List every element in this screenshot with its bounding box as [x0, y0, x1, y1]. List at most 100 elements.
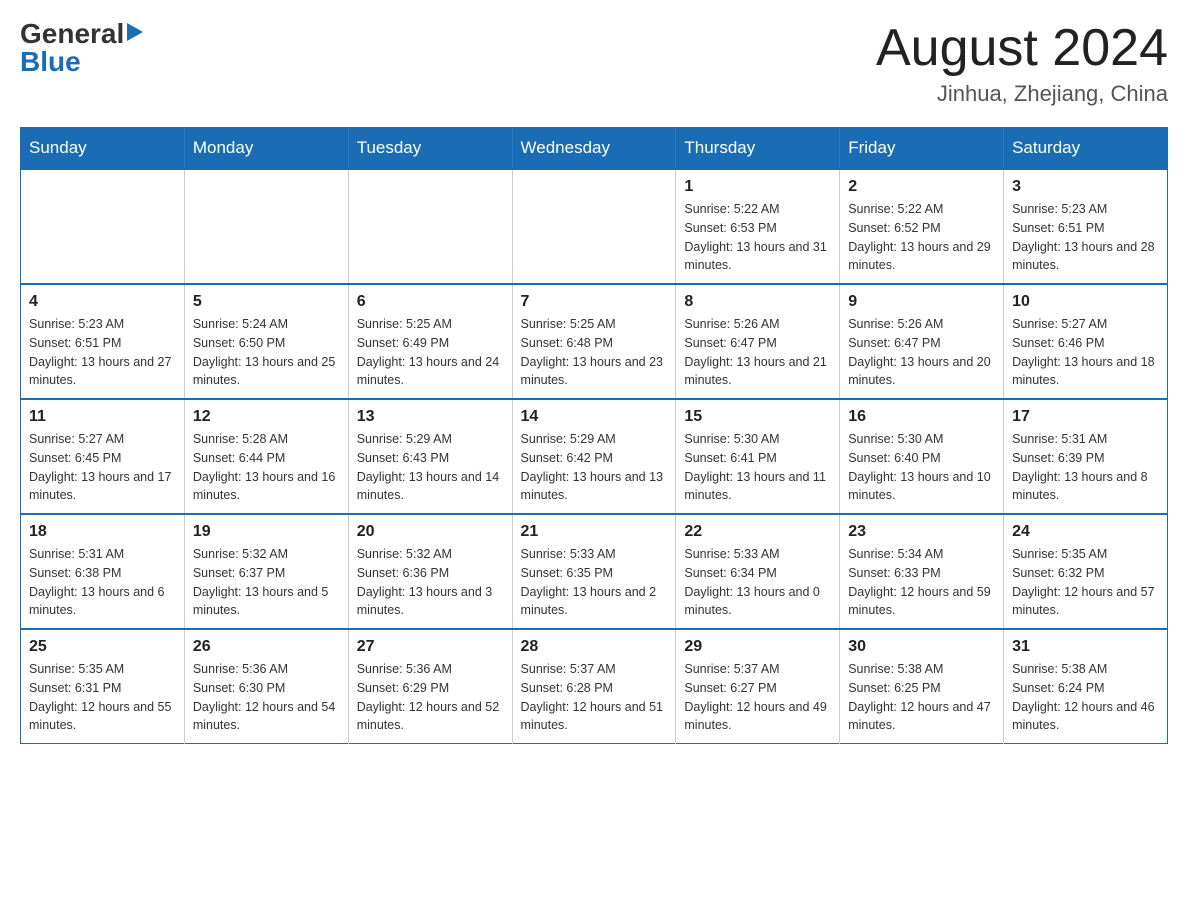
day-info: Sunrise: 5:36 AM Sunset: 6:29 PM Dayligh…	[357, 660, 504, 735]
day-number: 18	[29, 523, 176, 541]
day-number: 30	[848, 638, 995, 656]
calendar-cell: 22 Sunrise: 5:33 AM Sunset: 6:34 PM Dayli…	[676, 514, 840, 629]
day-number: 31	[1012, 638, 1159, 656]
day-info: Sunrise: 5:28 AM Sunset: 6:44 PM Dayligh…	[193, 430, 340, 505]
day-number: 21	[521, 523, 668, 541]
calendar-cell: 18 Sunrise: 5:31 AM Sunset: 6:38 PM Dayli…	[21, 514, 185, 629]
day-info: Sunrise: 5:29 AM Sunset: 6:43 PM Dayligh…	[357, 430, 504, 505]
day-info: Sunrise: 5:27 AM Sunset: 6:46 PM Dayligh…	[1012, 315, 1159, 390]
day-info: Sunrise: 5:31 AM Sunset: 6:38 PM Dayligh…	[29, 545, 176, 620]
calendar-cell: 12Sunrise: 5:28 AM Sunset: 6:44 PM Dayli…	[184, 399, 348, 514]
calendar-cell: 1 Sunrise: 5:22 AM Sunset: 6:53 PM Daylig…	[676, 169, 840, 284]
header-sunday: Sunday	[21, 128, 185, 170]
header-wednesday: Wednesday	[512, 128, 676, 170]
logo-general-text: General	[20, 20, 124, 48]
day-number: 7	[521, 293, 668, 311]
calendar-cell: 20 Sunrise: 5:32 AM Sunset: 6:36 PM Dayli…	[348, 514, 512, 629]
day-info: Sunrise: 5:25 AM Sunset: 6:49 PM Dayligh…	[357, 315, 504, 390]
calendar-cell: 27 Sunrise: 5:36 AM Sunset: 6:29 PM Dayli…	[348, 629, 512, 744]
calendar-cell: 28 Sunrise: 5:37 AM Sunset: 6:28 PM Dayli…	[512, 629, 676, 744]
logo-blue-text: Blue	[20, 48, 81, 76]
title-block: August 2024 Jinhua, Zhejiang, China	[876, 20, 1168, 107]
calendar-cell: 11Sunrise: 5:27 AM Sunset: 6:45 PM Dayli…	[21, 399, 185, 514]
header-monday: Monday	[184, 128, 348, 170]
day-info: Sunrise: 5:36 AM Sunset: 6:30 PM Dayligh…	[193, 660, 340, 735]
calendar-cell: 23Sunrise: 5:34 AM Sunset: 6:33 PM Dayli…	[840, 514, 1004, 629]
calendar-week-row: 18 Sunrise: 5:31 AM Sunset: 6:38 PM Dayli…	[21, 514, 1168, 629]
calendar-cell: 7 Sunrise: 5:25 AM Sunset: 6:48 PM Daylig…	[512, 284, 676, 399]
calendar-cell: 14Sunrise: 5:29 AM Sunset: 6:42 PM Dayli…	[512, 399, 676, 514]
calendar-cell: 26 Sunrise: 5:36 AM Sunset: 6:30 PM Dayli…	[184, 629, 348, 744]
day-number: 22	[684, 523, 831, 541]
logo: General Blue	[20, 20, 143, 76]
day-number: 16	[848, 408, 995, 426]
calendar-week-row: 1 Sunrise: 5:22 AM Sunset: 6:53 PM Daylig…	[21, 169, 1168, 284]
day-number: 1	[684, 178, 831, 196]
day-info: Sunrise: 5:24 AM Sunset: 6:50 PM Dayligh…	[193, 315, 340, 390]
day-info: Sunrise: 5:37 AM Sunset: 6:28 PM Dayligh…	[521, 660, 668, 735]
calendar-cell: 2Sunrise: 5:22 AM Sunset: 6:52 PM Daylig…	[840, 169, 1004, 284]
calendar-cell: 25Sunrise: 5:35 AM Sunset: 6:31 PM Dayli…	[21, 629, 185, 744]
day-info: Sunrise: 5:27 AM Sunset: 6:45 PM Dayligh…	[29, 430, 176, 505]
header-friday: Friday	[840, 128, 1004, 170]
day-number: 28	[521, 638, 668, 656]
day-info: Sunrise: 5:33 AM Sunset: 6:35 PM Dayligh…	[521, 545, 668, 620]
day-info: Sunrise: 5:30 AM Sunset: 6:40 PM Dayligh…	[848, 430, 995, 505]
day-info: Sunrise: 5:38 AM Sunset: 6:25 PM Dayligh…	[848, 660, 995, 735]
calendar-cell: 24 Sunrise: 5:35 AM Sunset: 6:32 PM Dayli…	[1004, 514, 1168, 629]
day-info: Sunrise: 5:25 AM Sunset: 6:48 PM Dayligh…	[521, 315, 668, 390]
day-number: 9	[848, 293, 995, 311]
day-number: 19	[193, 523, 340, 541]
day-info: Sunrise: 5:37 AM Sunset: 6:27 PM Dayligh…	[684, 660, 831, 735]
day-info: Sunrise: 5:31 AM Sunset: 6:39 PM Dayligh…	[1012, 430, 1159, 505]
calendar-cell: 16 Sunrise: 5:30 AM Sunset: 6:40 PM Dayli…	[840, 399, 1004, 514]
day-info: Sunrise: 5:22 AM Sunset: 6:52 PM Dayligh…	[848, 200, 995, 275]
day-number: 26	[193, 638, 340, 656]
header-saturday: Saturday	[1004, 128, 1168, 170]
calendar-cell: 30 Sunrise: 5:38 AM Sunset: 6:25 PM Dayli…	[840, 629, 1004, 744]
day-info: Sunrise: 5:35 AM Sunset: 6:32 PM Dayligh…	[1012, 545, 1159, 620]
calendar-cell: 6 Sunrise: 5:25 AM Sunset: 6:49 PM Daylig…	[348, 284, 512, 399]
day-info: Sunrise: 5:22 AM Sunset: 6:53 PM Dayligh…	[684, 200, 831, 275]
calendar-cell: 29Sunrise: 5:37 AM Sunset: 6:27 PM Dayli…	[676, 629, 840, 744]
day-info: Sunrise: 5:23 AM Sunset: 6:51 PM Dayligh…	[1012, 200, 1159, 275]
calendar-cell: 13 Sunrise: 5:29 AM Sunset: 6:43 PM Dayli…	[348, 399, 512, 514]
day-number: 4	[29, 293, 176, 311]
day-info: Sunrise: 5:29 AM Sunset: 6:42 PM Dayligh…	[521, 430, 668, 505]
day-info: Sunrise: 5:33 AM Sunset: 6:34 PM Dayligh…	[684, 545, 831, 620]
calendar-cell	[184, 169, 348, 284]
day-number: 17	[1012, 408, 1159, 426]
calendar-table: Sunday Monday Tuesday Wednesday Thursday…	[20, 127, 1168, 744]
day-number: 24	[1012, 523, 1159, 541]
header-tuesday: Tuesday	[348, 128, 512, 170]
day-number: 3	[1012, 178, 1159, 196]
calendar-header-row: Sunday Monday Tuesday Wednesday Thursday…	[21, 128, 1168, 170]
calendar-cell	[348, 169, 512, 284]
calendar-cell: 8 Sunrise: 5:26 AM Sunset: 6:47 PM Daylig…	[676, 284, 840, 399]
day-info: Sunrise: 5:26 AM Sunset: 6:47 PM Dayligh…	[848, 315, 995, 390]
day-number: 8	[684, 293, 831, 311]
calendar-cell	[512, 169, 676, 284]
calendar-cell: 5Sunrise: 5:24 AM Sunset: 6:50 PM Daylig…	[184, 284, 348, 399]
day-info: Sunrise: 5:32 AM Sunset: 6:37 PM Dayligh…	[193, 545, 340, 620]
day-number: 10	[1012, 293, 1159, 311]
calendar-cell: 10 Sunrise: 5:27 AM Sunset: 6:46 PM Dayli…	[1004, 284, 1168, 399]
day-info: Sunrise: 5:32 AM Sunset: 6:36 PM Dayligh…	[357, 545, 504, 620]
day-number: 20	[357, 523, 504, 541]
day-info: Sunrise: 5:23 AM Sunset: 6:51 PM Dayligh…	[29, 315, 176, 390]
calendar-week-row: 4 Sunrise: 5:23 AM Sunset: 6:51 PM Daylig…	[21, 284, 1168, 399]
month-year-title: August 2024	[876, 20, 1168, 77]
day-info: Sunrise: 5:26 AM Sunset: 6:47 PM Dayligh…	[684, 315, 831, 390]
calendar-cell	[21, 169, 185, 284]
calendar-week-row: 11Sunrise: 5:27 AM Sunset: 6:45 PM Dayli…	[21, 399, 1168, 514]
calendar-cell: 4 Sunrise: 5:23 AM Sunset: 6:51 PM Daylig…	[21, 284, 185, 399]
day-number: 13	[357, 408, 504, 426]
day-number: 6	[357, 293, 504, 311]
header-thursday: Thursday	[676, 128, 840, 170]
day-number: 27	[357, 638, 504, 656]
calendar-week-row: 25Sunrise: 5:35 AM Sunset: 6:31 PM Dayli…	[21, 629, 1168, 744]
calendar-cell: 17 Sunrise: 5:31 AM Sunset: 6:39 PM Dayli…	[1004, 399, 1168, 514]
day-number: 23	[848, 523, 995, 541]
calendar-cell: 9 Sunrise: 5:26 AM Sunset: 6:47 PM Daylig…	[840, 284, 1004, 399]
page-header: General Blue August 2024 Jinhua, Zhejian…	[20, 20, 1168, 107]
